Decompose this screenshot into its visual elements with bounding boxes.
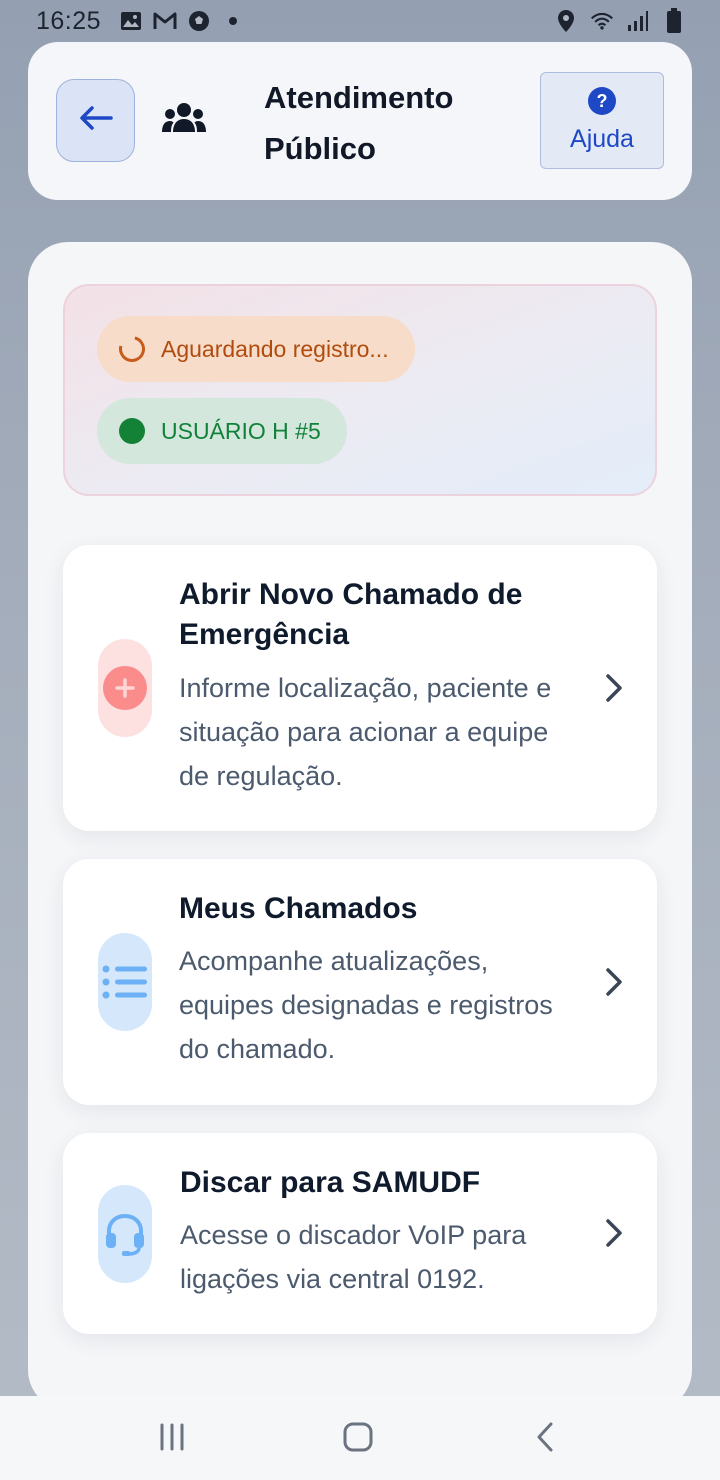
my-calls-card[interactable]: Meus Chamados Acompanhe atualizações, eq… (63, 859, 657, 1105)
status-bar: 16:25 (0, 0, 720, 42)
recent-apps-icon[interactable] (152, 1420, 192, 1454)
plus-circle-icon (98, 639, 152, 737)
battery-icon (662, 8, 686, 33)
signal-icon (626, 9, 650, 33)
page-title: Atendimento Público (264, 80, 454, 166)
user-status-text: USUÁRIO H #5 (161, 417, 321, 444)
wifi-icon (590, 9, 614, 33)
online-dot-icon (119, 418, 145, 444)
spinner-icon (114, 331, 150, 367)
system-nav-bar (0, 1396, 720, 1480)
dot-icon (221, 9, 245, 33)
help-label: Ajuda (570, 125, 634, 153)
card-title: Abrir Novo Chamado de Emergência (179, 578, 523, 651)
users-icon (161, 100, 207, 140)
card-description: Acesse o discador VoIP para ligações via… (180, 1220, 527, 1294)
waiting-status-text: Aguardando registro... (161, 335, 389, 362)
card-title: Meus Chamados (179, 892, 418, 925)
arrow-left-icon (79, 105, 113, 136)
back-button[interactable] (56, 79, 135, 162)
card-description: Acompanhe atualizações, equipes designad… (179, 946, 553, 1064)
soccer-ball-icon (187, 9, 211, 33)
gmail-icon (153, 9, 177, 33)
chevron-right-icon (603, 1217, 625, 1249)
new-emergency-call-card[interactable]: Abrir Novo Chamado de Emergência Informe… (63, 545, 657, 831)
image-icon (119, 9, 143, 33)
main-panel: Aguardando registro... USUÁRIO H #5 Abri… (28, 242, 692, 1410)
status-time: 16:25 (36, 6, 102, 35)
header-card: Atendimento Público ? Ajuda (28, 42, 692, 200)
user-status-badge: USUÁRIO H #5 (97, 398, 347, 464)
headset-icon (98, 1185, 152, 1283)
question-circle-icon: ? (588, 87, 616, 115)
chevron-right-icon (603, 672, 625, 704)
help-button[interactable]: ? Ajuda (540, 72, 664, 169)
card-title: Discar para SAMUDF (180, 1166, 481, 1199)
back-icon[interactable] (526, 1420, 566, 1454)
waiting-status-badge: Aguardando registro... (97, 316, 415, 382)
list-icon (98, 933, 152, 1031)
home-icon[interactable] (338, 1420, 378, 1454)
dial-samudf-card[interactable]: Discar para SAMUDF Acesse o discador VoI… (63, 1133, 657, 1334)
chevron-right-icon (603, 966, 625, 998)
card-description: Informe localização, paciente e situação… (179, 673, 552, 791)
registration-status-box: Aguardando registro... USUÁRIO H #5 (63, 284, 657, 496)
location-icon (554, 9, 578, 33)
